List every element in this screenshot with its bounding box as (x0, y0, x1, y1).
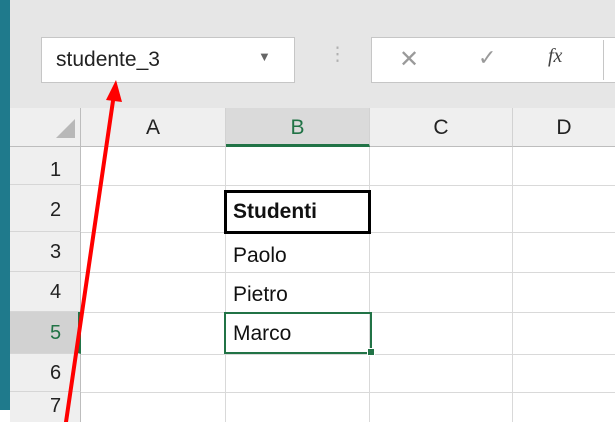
row-header-1[interactable]: 1 (10, 147, 81, 185)
caret-down-icon[interactable]: ▼ (258, 49, 271, 64)
row-header-2[interactable]: 2 (10, 185, 81, 232)
column-header-b[interactable]: B (226, 108, 370, 147)
window-edge (0, 0, 10, 410)
gridline-row-1 (81, 185, 615, 186)
gridline-col-d (512, 147, 513, 422)
row-header-4[interactable]: 4 (10, 272, 81, 312)
formula-input-divider (603, 40, 604, 80)
cell-b2[interactable]: Studenti (233, 200, 317, 224)
gridline-row-3 (81, 272, 615, 273)
row-header-3[interactable]: 3 (10, 232, 81, 272)
gridline-col-b (225, 147, 226, 422)
row-header-6[interactable]: 6 (10, 354, 81, 392)
gridline-row-5 (81, 354, 615, 355)
cancel-icon[interactable]: ✕ (399, 45, 419, 74)
row-header-5[interactable]: 5 (10, 312, 81, 354)
cell-b5[interactable]: Marco (233, 322, 291, 346)
column-header-d[interactable]: D (513, 108, 615, 147)
gridline-col-c (369, 147, 370, 422)
column-header-c[interactable]: C (370, 108, 513, 147)
formula-bar-separator: ⋮ (328, 44, 347, 65)
select-all-triangle-icon (56, 119, 75, 138)
fill-handle[interactable] (367, 348, 375, 356)
enter-icon[interactable]: ✓ (478, 45, 496, 71)
cell-b4[interactable]: Pietro (233, 283, 288, 307)
insert-function-icon[interactable]: fx (548, 45, 562, 68)
name-box-value: studente_3 (56, 48, 160, 71)
gridline-row-6 (81, 392, 615, 393)
column-header-a[interactable]: A (81, 108, 226, 147)
cell-b3[interactable]: Paolo (233, 244, 287, 268)
row-header-7[interactable]: 7 (10, 392, 81, 422)
